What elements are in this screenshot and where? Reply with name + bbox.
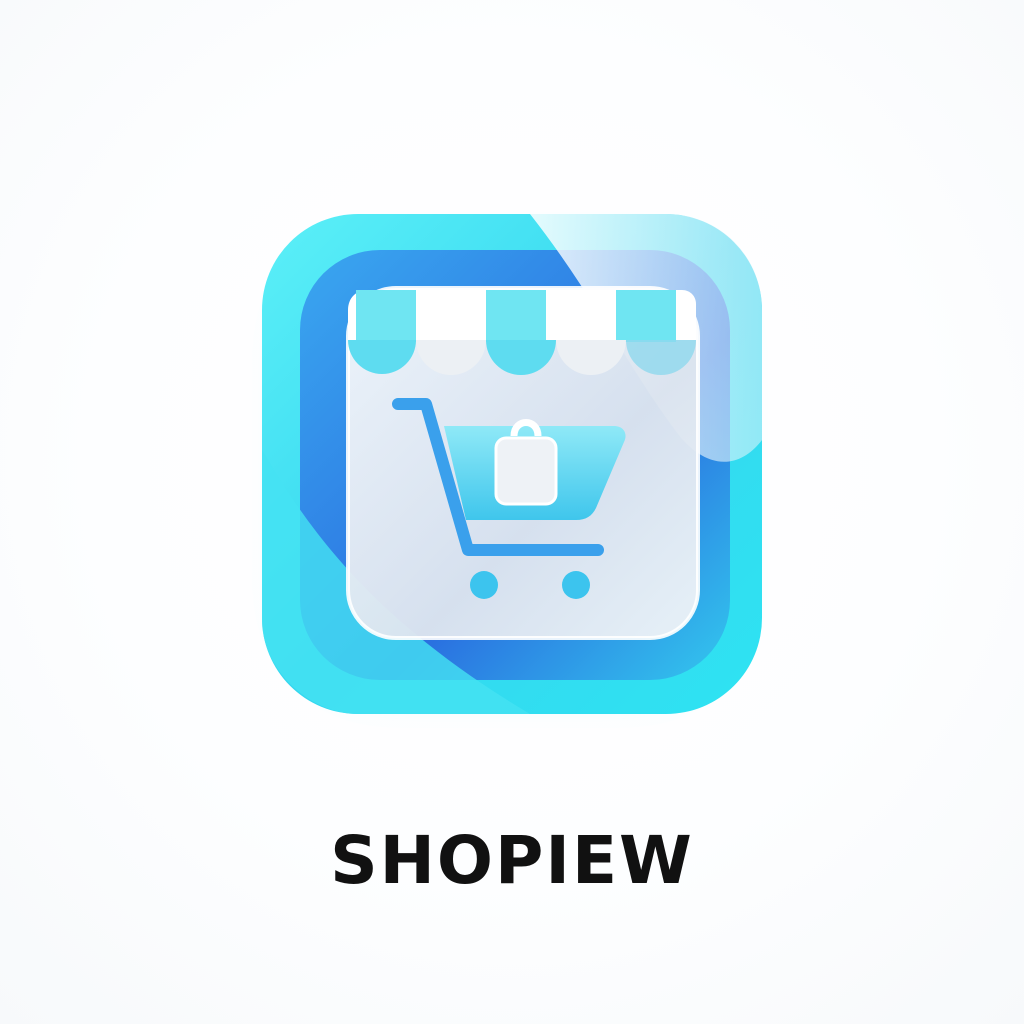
- app-icon: [230, 190, 790, 750]
- storefront-cart-icon: [262, 214, 762, 714]
- awning-icon: [348, 290, 696, 375]
- app-logo-canvas: SHOPIEW: [0, 0, 1024, 1024]
- brand-wordmark: SHOPIEW: [330, 822, 694, 899]
